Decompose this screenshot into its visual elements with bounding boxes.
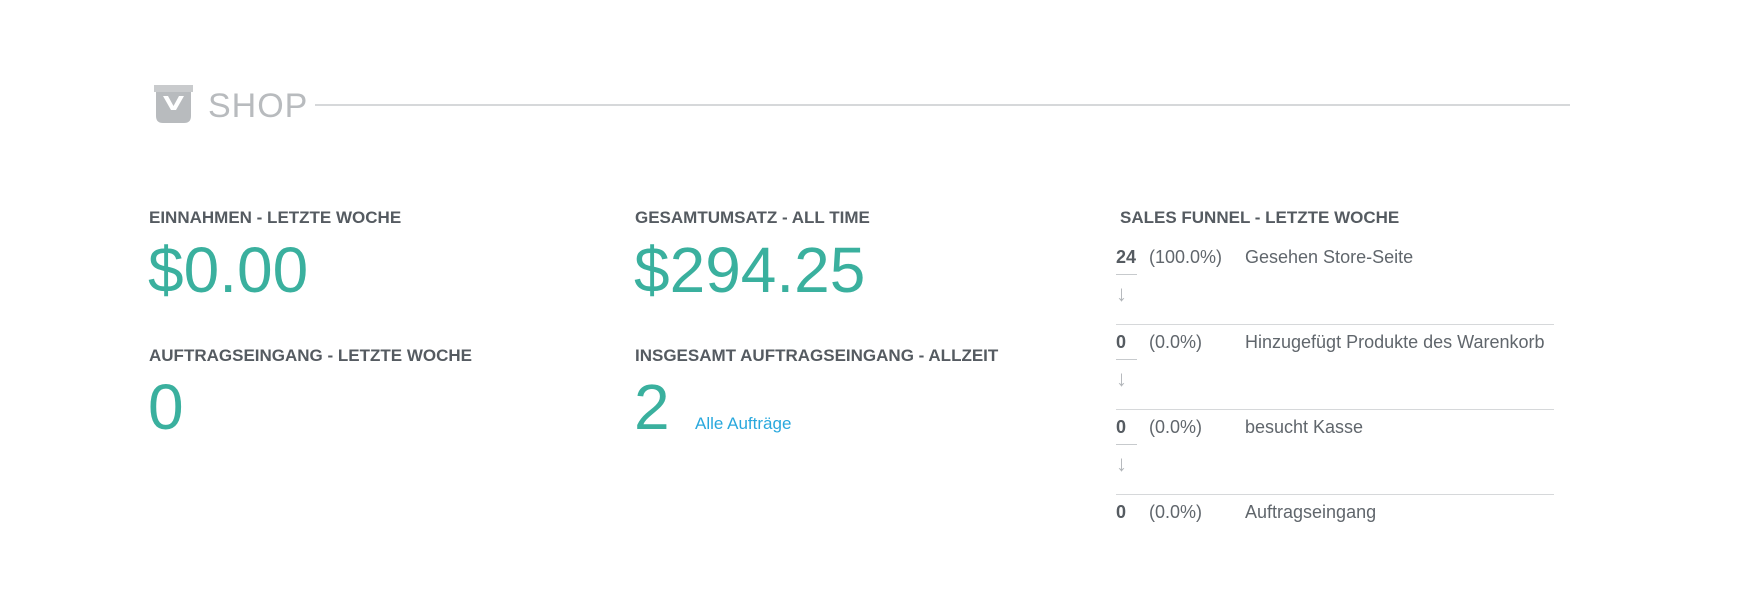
funnel-count: 0 (1116, 417, 1127, 437)
funnel-connector: ↓ (1116, 274, 1554, 325)
divider (1116, 359, 1137, 360)
funnel-percent: (0.0%) (1149, 417, 1203, 437)
orders-week-label: AUFTRAGSEINGANG - LETZTE WOCHE (149, 346, 472, 365)
revenue-week-label: EINNAHMEN - LETZTE WOCHE (149, 208, 402, 227)
funnel-step-label: Gesehen Store-Seite (1245, 247, 1414, 267)
arrow-down-icon: ↓ (1116, 281, 1127, 306)
funnel-step-checkout: 0 (0.0%) besucht Kasse (1116, 410, 1554, 444)
section-header: SHOP (152, 78, 1570, 128)
arrow-down-icon: ↓ (1116, 366, 1127, 391)
divider (1116, 274, 1137, 275)
orders-week-value: 0 (148, 371, 184, 443)
funnel-percent: (100.0%) (1149, 247, 1223, 267)
section-divider (315, 104, 1570, 106)
orders-total-label: INSGESAMT AUFTRAGSEINGANG - ALLZEIT (635, 346, 999, 365)
revenue-total-value: $294.25 (634, 234, 866, 306)
funnel-percent: (0.0%) (1149, 332, 1203, 352)
funnel-count: 0 (1116, 332, 1127, 352)
funnel-count: 0 (1116, 502, 1127, 522)
funnel-step-label: Hinzugefügt Produkte des Warenkorb (1245, 332, 1545, 352)
funnel-step-cart: 0 (0.0%) Hinzugefügt Produkte des Warenk… (1116, 325, 1554, 359)
funnel-step-orders: 0 (0.0%) Auftragseingang (1116, 495, 1554, 529)
section-title: SHOP (208, 87, 309, 125)
funnel-connector: ↓ (1116, 444, 1554, 495)
all-orders-link[interactable]: Alle Aufträge (695, 414, 791, 434)
shopping-bag-icon (152, 82, 195, 124)
funnel-step-store-page: 24 (100.0%) Gesehen Store-Seite (1116, 240, 1554, 274)
revenue-week-value: $0.00 (148, 234, 309, 306)
funnel-count: 24 (1116, 247, 1137, 267)
funnel-percent: (0.0%) (1149, 502, 1203, 522)
funnel-step-label: Auftragseingang (1245, 502, 1377, 522)
funnel-connector: ↓ (1116, 359, 1554, 410)
orders-total-value: 2 (634, 371, 670, 443)
funnel-title: SALES FUNNEL - LETZTE WOCHE (1120, 208, 1400, 227)
arrow-down-icon: ↓ (1116, 451, 1127, 476)
revenue-total-label: GESAMTUMSATZ - ALL TIME (635, 208, 870, 227)
funnel-step-label: besucht Kasse (1245, 417, 1364, 437)
sales-funnel: 24 (100.0%) Gesehen Store-Seite ↓ 0 (0.0… (1116, 240, 1554, 529)
divider (1116, 444, 1137, 445)
